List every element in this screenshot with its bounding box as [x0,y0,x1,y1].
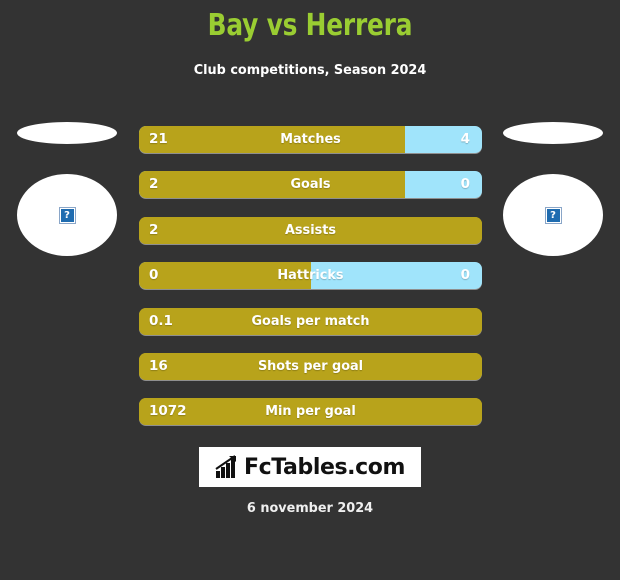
stat-label: Goals per match [251,312,370,329]
fctables-logo-text: FcTables.com [243,454,406,480]
broken-image-icon: ? [58,206,76,224]
page-title: Bay vs Herrera [207,8,413,43]
stat-label: Hattricks [277,267,344,284]
stat-label: Goals [290,176,331,193]
bar-chart-icon [215,455,236,478]
stat-comparison-chart: 21 Matches 4 2 Goals 0 2 Assists 0 Hattricks 0 0.1 G… [139,126,482,444]
stat-value-away: 0 [460,267,470,284]
stat-row: 21 Matches 4 [139,126,482,153]
page-subtitle: Club competitions, Season 2024 [193,62,427,78]
fctables-logo[interactable]: FcTables.com [199,447,421,487]
stat-row: 0.1 Goals per match [139,307,482,335]
home-team-badge: ? [6,118,128,268]
stat-label: Matches [280,131,341,147]
report-date: 6 november 2024 [246,500,374,516]
broken-image-glyph: ? [60,208,74,222]
stat-row: 2 Goals 0 [139,171,482,199]
stat-value-away: 4 [460,131,470,147]
broken-image-icon: ? [544,206,562,224]
stat-label: Min per goal [265,403,356,420]
home-team-badge-shadow [17,122,117,144]
stat-value-away: 0 [460,176,470,193]
away-team-badge: ? [492,118,614,268]
stat-row: 16 Shots per goal [139,352,482,380]
stat-label: Assists [284,221,336,238]
stat-row: 0 Hattricks 0 [139,262,482,290]
away-team-badge-shadow [503,122,603,144]
broken-image-glyph: ? [546,208,560,222]
away-team-logo: ? [503,174,603,256]
home-team-logo: ? [17,174,117,256]
stat-label: Shots per goal [257,357,364,374]
stat-row: 2 Assists [139,216,482,244]
stat-row: 1072 Min per goal [139,398,482,426]
